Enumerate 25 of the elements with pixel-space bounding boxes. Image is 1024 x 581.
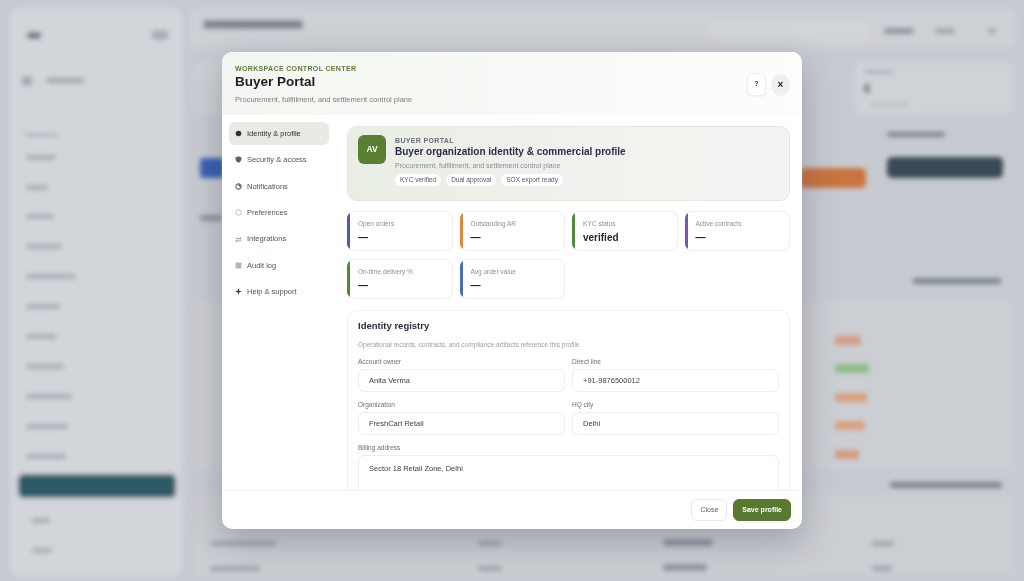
sparkle-icon bbox=[235, 288, 242, 296]
avatar: AV bbox=[358, 135, 386, 164]
shield-icon bbox=[235, 156, 242, 164]
blurred-status-pill bbox=[835, 336, 861, 345]
stat-value: — bbox=[470, 279, 482, 292]
arrows-icon bbox=[235, 235, 242, 243]
blurred-status-pill bbox=[835, 421, 865, 430]
square-icon bbox=[235, 261, 242, 269]
blurred-status-pill bbox=[835, 364, 869, 373]
stat-value: — bbox=[695, 231, 707, 244]
blurred-bar bbox=[800, 168, 866, 188]
stat-value: verified bbox=[583, 231, 619, 244]
stat-value: — bbox=[358, 279, 369, 292]
modal-title: Buyer Portal bbox=[235, 73, 317, 91]
close-button[interactable]: × bbox=[771, 73, 790, 96]
blurred-status-pill bbox=[835, 393, 867, 402]
blurred-bar bbox=[200, 158, 224, 178]
circle-icon bbox=[235, 209, 242, 217]
stat-value: — bbox=[470, 231, 482, 244]
profile-title: Buyer organization identity & commercial profile bbox=[395, 145, 626, 158]
blurred-status-pill bbox=[835, 450, 859, 459]
stat-value: — bbox=[358, 231, 369, 244]
pie-icon bbox=[235, 182, 242, 190]
registry-title: Identity registry bbox=[358, 320, 431, 331]
dot-icon bbox=[235, 130, 242, 137]
